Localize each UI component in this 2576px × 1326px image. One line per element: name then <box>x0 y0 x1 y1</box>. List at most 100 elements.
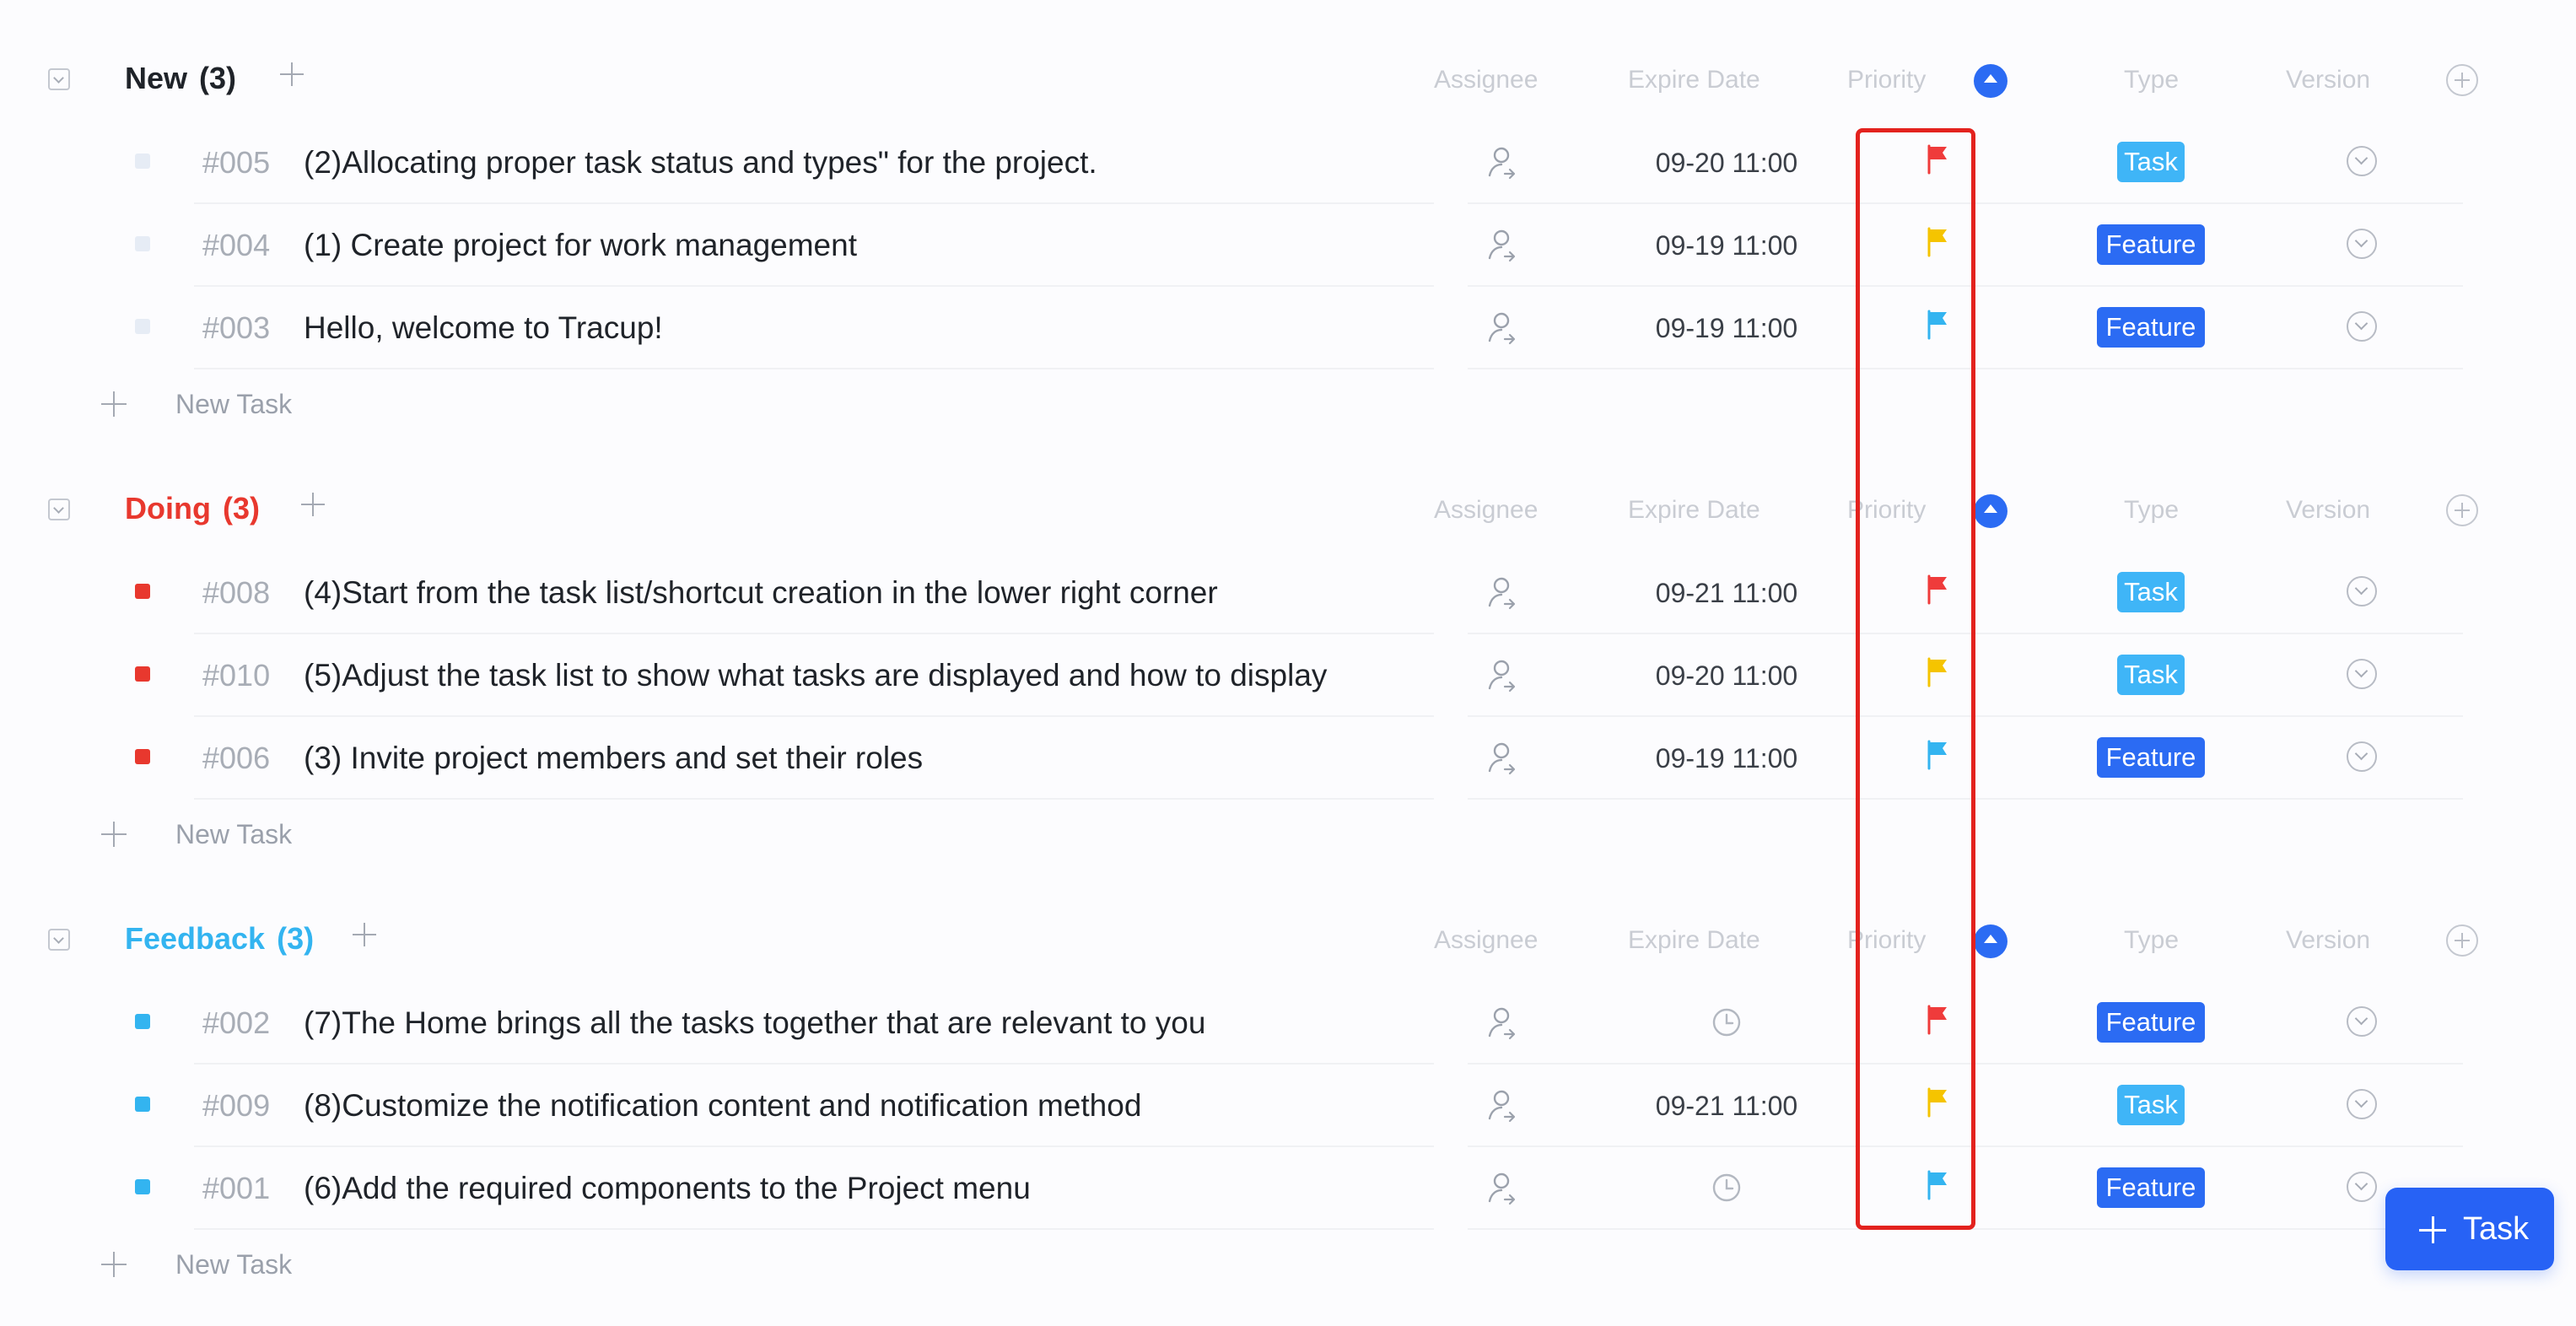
version-dropdown-icon[interactable] <box>2347 1172 2377 1202</box>
table-row[interactable]: #008 (4)Start from the task list/shortcut… <box>34 552 2522 634</box>
expire-date[interactable]: 09-20 11:00 <box>1621 147 1832 179</box>
type-badge[interactable]: Task <box>2117 655 2185 695</box>
column-header-expire-date[interactable]: Expire Date <box>1628 495 1760 526</box>
type-badge[interactable]: Task <box>2117 142 2185 182</box>
column-header-assignee[interactable]: Assignee <box>1434 925 1538 956</box>
column-header-type[interactable]: Type <box>2124 495 2179 526</box>
row-divider <box>194 798 1434 800</box>
version-dropdown-icon[interactable] <box>2347 229 2377 259</box>
add-column-icon[interactable] <box>2446 494 2478 526</box>
group-add-icon[interactable] <box>275 57 309 91</box>
status-indicator <box>135 319 150 334</box>
task-title[interactable]: (6)Add the required components to the Pr… <box>304 1171 1031 1206</box>
new-task-label: New Task <box>175 389 293 419</box>
table-row[interactable]: #002 (7)The Home brings all the tasks tog… <box>34 982 2522 1065</box>
assignee-user-icon[interactable] <box>1485 656 1518 693</box>
type-badge[interactable]: Task <box>2117 1085 2185 1125</box>
group-add-icon[interactable] <box>296 488 330 521</box>
new-task-label: New Task <box>175 819 293 849</box>
type-badge[interactable]: Feature <box>2097 1002 2205 1043</box>
group-doing: Doing (3) Assignee Expire Date Priority T… <box>34 467 2522 889</box>
version-dropdown-icon[interactable] <box>2347 146 2377 176</box>
column-header-type[interactable]: Type <box>2124 925 2179 956</box>
new-task-button[interactable]: New Task <box>100 1243 353 1286</box>
task-title[interactable]: (2)Allocating proper task status and typ… <box>304 145 1097 181</box>
column-header-assignee[interactable]: Assignee <box>1434 495 1538 526</box>
expire-date[interactable]: 09-20 11:00 <box>1621 660 1832 692</box>
column-header-version[interactable]: Version <box>2286 65 2370 95</box>
version-dropdown-icon[interactable] <box>2347 659 2377 689</box>
group-count: (3) <box>277 921 315 956</box>
expire-date[interactable]: 09-21 11:00 <box>1621 577 1832 609</box>
assignee-user-icon[interactable] <box>1485 309 1518 346</box>
column-header-type[interactable]: Type <box>2124 65 2179 95</box>
expire-date[interactable]: 09-19 11:00 <box>1621 742 1832 774</box>
task-title[interactable]: (3) Invite project members and set their… <box>304 741 923 776</box>
sort-ascending-icon[interactable] <box>1974 494 2007 528</box>
group-count: (3) <box>199 61 237 95</box>
clock-icon[interactable] <box>1711 1007 1742 1038</box>
group-feedback: Feedback (3) Assignee Expire Date Priorit… <box>34 897 2522 1319</box>
add-column-icon[interactable] <box>2446 64 2478 96</box>
column-header-version[interactable]: Version <box>2286 495 2370 526</box>
task-title[interactable]: (1) Create project for work management <box>304 228 857 263</box>
version-dropdown-icon[interactable] <box>2347 1089 2377 1119</box>
column-header-expire-date[interactable]: Expire Date <box>1628 925 1760 956</box>
table-row[interactable]: #009 (8)Customize the notification conten… <box>34 1065 2522 1147</box>
group-header: New (3) Assignee Expire Date Priority Typ… <box>34 37 2522 121</box>
table-row[interactable]: #010 (5)Adjust the task list to show what… <box>34 634 2522 717</box>
type-badge[interactable]: Feature <box>2097 737 2205 778</box>
plus-icon <box>100 390 128 418</box>
column-header-expire-date[interactable]: Expire Date <box>1628 65 1760 95</box>
column-header-priority[interactable]: Priority <box>1847 65 1926 95</box>
group-title: Doing (3) <box>125 490 260 527</box>
task-id: #008 <box>202 575 271 610</box>
plus-icon <box>100 820 128 849</box>
version-dropdown-icon[interactable] <box>2347 1006 2377 1037</box>
version-dropdown-icon[interactable] <box>2347 311 2377 342</box>
task-title[interactable]: (4)Start from the task list/shortcut cre… <box>304 575 1218 611</box>
add-column-icon[interactable] <box>2446 924 2478 957</box>
assignee-user-icon[interactable] <box>1485 1086 1518 1124</box>
type-badge[interactable]: Feature <box>2097 224 2205 265</box>
type-badge[interactable]: Task <box>2117 572 2185 612</box>
column-header-version[interactable]: Version <box>2286 925 2370 956</box>
new-task-button[interactable]: New Task <box>100 383 353 425</box>
task-id: #001 <box>202 1171 271 1205</box>
table-row[interactable]: #005 (2)Allocating proper task status and… <box>34 121 2522 204</box>
new-task-button[interactable]: New Task <box>100 813 353 855</box>
sort-ascending-icon[interactable] <box>1974 64 2007 98</box>
type-badge[interactable]: Feature <box>2097 1167 2205 1208</box>
group-header: Doing (3) Assignee Expire Date Priority T… <box>34 467 2522 552</box>
assignee-user-icon[interactable] <box>1485 1004 1518 1041</box>
task-title[interactable]: (7)The Home brings all the tasks togethe… <box>304 1005 1205 1041</box>
column-header-assignee[interactable]: Assignee <box>1434 65 1538 95</box>
task-id: #005 <box>202 145 271 180</box>
table-row[interactable]: #003 Hello, welcome to Tracup! 09-19 11:00… <box>34 287 2522 369</box>
type-badge[interactable]: Feature <box>2097 307 2205 348</box>
collapse-toggle-icon[interactable] <box>48 499 70 520</box>
task-id: #003 <box>202 310 271 345</box>
assignee-user-icon[interactable] <box>1485 1169 1518 1206</box>
collapse-toggle-icon[interactable] <box>48 68 70 90</box>
version-dropdown-icon[interactable] <box>2347 741 2377 772</box>
expire-date[interactable]: 09-21 11:00 <box>1621 1090 1832 1122</box>
clock-icon[interactable] <box>1711 1172 1742 1203</box>
collapse-toggle-icon[interactable] <box>48 929 70 951</box>
assignee-user-icon[interactable] <box>1485 143 1518 181</box>
task-title[interactable]: Hello, welcome to Tracup! <box>304 310 663 346</box>
task-title[interactable]: (5)Adjust the task list to show what tas… <box>304 658 1327 693</box>
create-task-fab[interactable]: Task <box>2385 1188 2554 1270</box>
assignee-user-icon[interactable] <box>1485 739 1518 776</box>
table-row[interactable]: #004 (1) Create project for work manageme… <box>34 204 2522 287</box>
group-add-icon[interactable] <box>348 918 381 951</box>
table-row[interactable]: #001 (6)Add the required components to th… <box>34 1147 2522 1230</box>
sort-ascending-icon[interactable] <box>1974 924 2007 958</box>
assignee-user-icon[interactable] <box>1485 226 1518 263</box>
assignee-user-icon[interactable] <box>1485 574 1518 611</box>
task-title[interactable]: (8)Customize the notification content an… <box>304 1088 1141 1124</box>
version-dropdown-icon[interactable] <box>2347 576 2377 606</box>
table-row[interactable]: #006 (3) Invite project members and set t… <box>34 717 2522 800</box>
expire-date[interactable]: 09-19 11:00 <box>1621 312 1832 344</box>
expire-date[interactable]: 09-19 11:00 <box>1621 229 1832 261</box>
